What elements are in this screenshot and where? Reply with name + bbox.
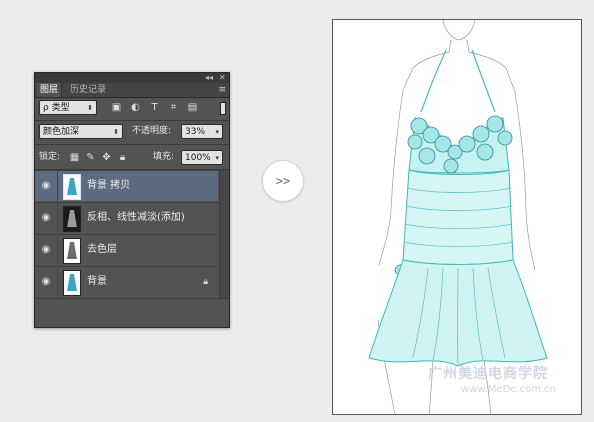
- layer-row-desaturate[interactable]: ◉ 去色层: [35, 234, 218, 265]
- layer-row-background-copy[interactable]: ◉ 背景 拷贝: [35, 170, 218, 201]
- lock-brush-icon[interactable]: ✎: [85, 152, 96, 163]
- watermark-url: www.MeDe.com.cn: [461, 384, 556, 395]
- layer-name: 反相、线性减淡(添加): [87, 212, 185, 223]
- eye-icon[interactable]: ◉: [40, 245, 52, 255]
- opacity-label: 不透明度:: [132, 126, 172, 136]
- opacity-field[interactable]: 33% ▾: [181, 124, 223, 139]
- pixel-filter-icon[interactable]: ▣: [111, 102, 122, 113]
- smart-object-filter-icon[interactable]: ▤: [187, 102, 198, 113]
- dress-thumbnail-icon: [67, 242, 77, 259]
- divider: [35, 120, 229, 121]
- blend-mode-value: 颜色加深: [43, 127, 80, 137]
- layer-thumbnail: [63, 238, 81, 264]
- tab-history[interactable]: 历史记录: [67, 83, 109, 97]
- dress-sketch-illustration: [368, 20, 548, 414]
- fill-label: 填充:: [153, 152, 175, 162]
- layer-thumbnail: [63, 270, 81, 296]
- layer-filter-select[interactable]: ρ 类型 ⬍: [39, 100, 97, 115]
- opacity-value: 33%: [185, 127, 206, 137]
- next-arrow-button: >>: [262, 160, 304, 202]
- type-filter-icon[interactable]: T: [149, 102, 160, 113]
- divider: [57, 235, 58, 265]
- divider: [57, 171, 58, 201]
- layer-thumbnail: [63, 206, 81, 232]
- lock-transparent-icon[interactable]: ▦: [69, 152, 80, 163]
- eye-icon[interactable]: ◉: [40, 213, 52, 223]
- filter-toggle[interactable]: [220, 102, 226, 115]
- divider: [57, 203, 58, 233]
- dress-thumbnail-icon: [67, 210, 77, 227]
- divider: [35, 144, 229, 145]
- layers-panel: ◂◂ ✕ 图层 历史记录 ≡ ρ 类型 ⬍ ▣ ◐ T ⌗ ▤ 颜色加深 ⬍ 不…: [34, 72, 230, 328]
- layer-row-invert-dodge[interactable]: ◉ 反相、线性减淡(添加): [35, 202, 218, 233]
- preview-canvas: 广州美迪电商学院 www.MeDe.com.cn: [332, 19, 582, 415]
- fill-field[interactable]: 100% ▾: [181, 150, 223, 165]
- chevron-updown-icon: ⬍: [113, 128, 119, 136]
- panel-bottom-bar: [35, 298, 229, 327]
- eye-icon[interactable]: ◉: [40, 277, 52, 287]
- chevron-down-icon: ▾: [215, 128, 219, 136]
- adjustment-filter-icon[interactable]: ◐: [130, 102, 141, 113]
- lock-icon: 🔒︎: [203, 277, 208, 287]
- panel-title-bar: ◂◂ ✕: [35, 73, 229, 83]
- dress-thumbnail-icon: [67, 274, 77, 291]
- eye-icon[interactable]: ◉: [40, 181, 52, 191]
- layer-name: 背景: [87, 276, 107, 287]
- layer-name: 去色层: [87, 244, 117, 255]
- lock-move-icon[interactable]: ✥: [101, 152, 112, 163]
- shape-filter-icon[interactable]: ⌗: [168, 102, 179, 113]
- close-icon[interactable]: ✕: [219, 73, 226, 83]
- layer-filter-label: ρ 类型: [43, 103, 70, 113]
- lock-all-icon[interactable]: 🔒︎: [117, 152, 128, 163]
- blend-mode-select[interactable]: 颜色加深 ⬍: [39, 124, 123, 139]
- panel-menu-icon[interactable]: ≡: [218, 84, 226, 96]
- chevron-updown-icon: ⬍: [87, 104, 93, 112]
- panel-tabs: 图层 历史记录 ≡: [35, 83, 229, 98]
- tab-layers[interactable]: 图层: [37, 83, 63, 97]
- lock-label: 锁定:: [39, 152, 61, 162]
- divider: [57, 267, 58, 297]
- layer-name: 背景 拷贝: [87, 180, 131, 191]
- fill-value: 100%: [185, 153, 211, 163]
- collapse-icon[interactable]: ◂◂: [205, 73, 213, 83]
- layer-thumbnail: [63, 174, 81, 200]
- layer-list-scrollbar[interactable]: [219, 170, 229, 299]
- watermark-text: 广州美迪电商学院: [428, 366, 548, 382]
- layer-row-background[interactable]: ◉ 背景 🔒︎: [35, 266, 218, 298]
- chevron-down-icon: ▾: [215, 154, 219, 162]
- layer-list: ◉ 背景 拷贝 ◉ 反相、线性减淡(添加) ◉ 去色层 ◉ 背景 🔒︎: [35, 170, 218, 299]
- dress-thumbnail-icon: [67, 178, 77, 195]
